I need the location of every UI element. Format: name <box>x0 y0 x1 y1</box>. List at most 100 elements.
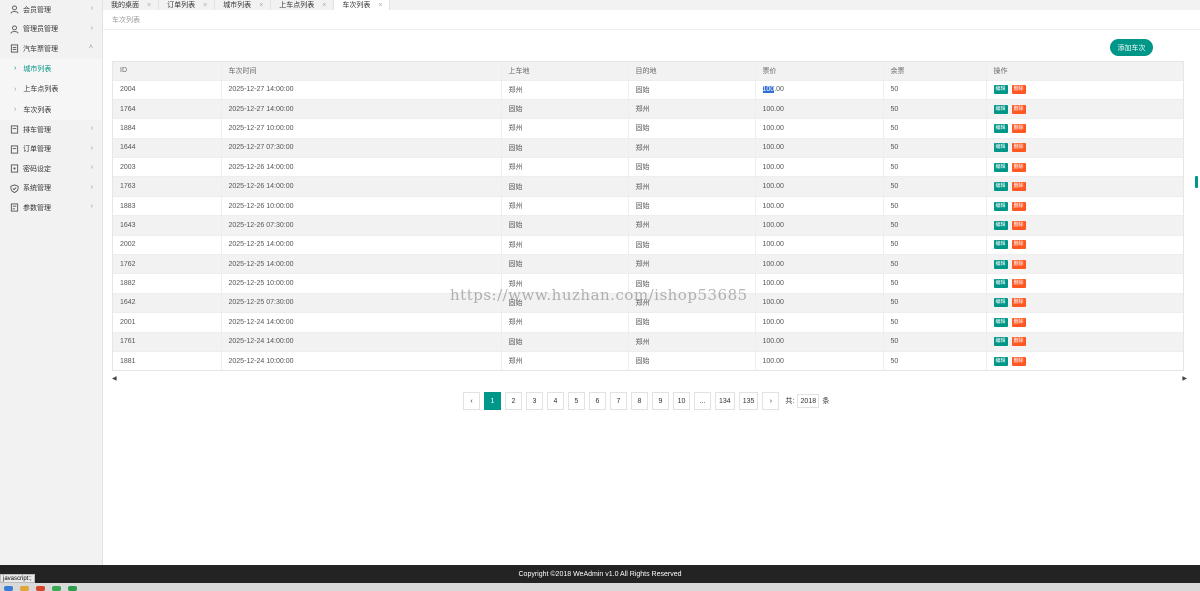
sidebar-item-password[interactable]: 密码设定 › <box>0 159 102 179</box>
sidebar-item-system[interactable]: 系统管理 › <box>0 179 102 199</box>
edit-button[interactable]: 编辑 <box>993 182 1008 192</box>
tab-cities[interactable]: 城市列表 × <box>215 0 272 10</box>
table-row: 1644 2025-12-27 07:30:00 固始 郑州 100.00 50 编辑 删除 <box>113 138 1183 159</box>
edit-button[interactable]: 编辑 <box>993 220 1008 230</box>
delete-button[interactable]: 删除 <box>1011 317 1026 327</box>
edit-button[interactable]: 编辑 <box>993 259 1008 269</box>
delete-button[interactable]: 删除 <box>1011 143 1026 153</box>
table-row: 1884 2025-12-27 10:00:00 郑州 固始 100.00 50 编辑 删除 <box>113 118 1183 139</box>
table-row: 1761 2025-12-24 14:00:00 固始 郑州 100.00 50 编辑 删除 <box>113 332 1183 352</box>
table-cell: 郑州 <box>628 332 756 352</box>
taskbar-app-icon[interactable] <box>36 586 45 591</box>
edit-button[interactable]: 编辑 <box>993 317 1008 327</box>
taskbar-app-icon[interactable] <box>52 586 61 591</box>
close-icon[interactable]: × <box>378 2 382 9</box>
edit-button[interactable]: 编辑 <box>993 104 1008 114</box>
table-cell: 1762 <box>113 254 222 275</box>
edit-button[interactable]: 编辑 <box>993 85 1008 95</box>
delete-button[interactable]: 删除 <box>1011 182 1026 192</box>
page-button[interactable]: 2 <box>505 392 522 410</box>
sidebar-item-label: 系统管理 <box>23 185 51 193</box>
scroll-right-icon[interactable]: ▶ <box>1182 375 1187 382</box>
delete-button[interactable]: 删除 <box>1011 279 1026 289</box>
table-row: 1881 2025-12-24 10:00:00 郑州 固始 100.00 50 编辑 删除 <box>113 351 1183 370</box>
edit-button[interactable]: 编辑 <box>993 279 1008 289</box>
close-icon[interactable]: × <box>322 2 326 9</box>
close-icon[interactable]: × <box>259 2 263 9</box>
table-cell: 郑州 <box>628 99 756 120</box>
page-button[interactable]: 135 <box>738 392 759 410</box>
page-button[interactable]: 8 <box>631 392 648 410</box>
delete-button[interactable]: 删除 <box>1011 356 1026 366</box>
close-icon[interactable]: × <box>203 2 207 9</box>
taskbar-icons <box>4 586 77 591</box>
page-button[interactable]: 5 <box>568 392 585 410</box>
tab-orders[interactable]: 订单列表 × <box>159 0 216 10</box>
chevron-right-icon: › <box>90 125 93 132</box>
edit-button[interactable]: 编辑 <box>993 201 1008 211</box>
table-row: 2002 2025-12-25 14:00:00 郑州 固始 100.00 50 编辑 删除 <box>113 235 1183 256</box>
edit-button[interactable]: 编辑 <box>993 337 1008 347</box>
taskbar-app-icon[interactable] <box>20 586 29 591</box>
page-button[interactable]: 7 <box>610 392 627 410</box>
table-cell: 100.00 <box>755 157 884 178</box>
add-trip-button[interactable]: 添加车次 <box>1110 39 1153 56</box>
sidebar-subitem-trip-list[interactable]: › 车次列表 <box>0 99 102 120</box>
sidebar-subitem-city-list[interactable]: › 城市列表 <box>0 58 102 79</box>
sidebar-item-params[interactable]: 参数管理 › <box>0 198 102 218</box>
delete-button[interactable]: 删除 <box>1011 123 1026 133</box>
delete-button[interactable]: 删除 <box>1011 85 1026 95</box>
next-page-button[interactable]: › <box>762 392 780 410</box>
page-button[interactable]: 9 <box>652 392 669 410</box>
tab-trips[interactable]: 车次列表 × <box>334 0 391 10</box>
table-cell: 郑州 <box>628 215 756 236</box>
sidebar-item-orders[interactable]: 订单管理 › <box>0 140 102 160</box>
table-cell: 1644 <box>113 138 222 159</box>
close-icon[interactable]: × <box>147 2 151 9</box>
table-cell: 50 <box>883 351 987 370</box>
delete-button[interactable]: 删除 <box>1011 104 1026 114</box>
sidebar-subitem-boarding-points[interactable]: › 上车点列表 <box>0 79 102 100</box>
taskbar-app-icon[interactable] <box>68 586 77 591</box>
sidebar-item-scheduling[interactable]: 排车管理 › <box>0 120 102 140</box>
page-button[interactable]: 6 <box>589 392 606 410</box>
delete-button[interactable]: 删除 <box>1011 162 1026 172</box>
page-button[interactable]: 3 <box>526 392 543 410</box>
table-header-row: ID 车次时间 上车地 目的地 票价 余票 操作 <box>113 62 1183 81</box>
page-ellipsis: ... <box>694 392 711 410</box>
taskbar-app-icon[interactable] <box>4 586 13 591</box>
delete-button[interactable]: 删除 <box>1011 220 1026 230</box>
delete-button[interactable]: 删除 <box>1011 240 1026 250</box>
vertical-scroll-thumb[interactable] <box>1195 176 1198 188</box>
edit-button[interactable]: 编辑 <box>993 143 1008 153</box>
edit-button[interactable]: 编辑 <box>993 162 1008 172</box>
horizontal-scrollbar[interactable]: ◀ ▶ <box>112 374 1187 382</box>
sidebar-item-members[interactable]: 会员管理 › <box>0 0 102 20</box>
delete-button[interactable]: 删除 <box>1011 337 1026 347</box>
sidebar-item-admins[interactable]: 管理员管理 › <box>0 20 102 40</box>
edit-button[interactable]: 编辑 <box>993 356 1008 366</box>
delete-button[interactable]: 删除 <box>1011 259 1026 269</box>
delete-button[interactable]: 删除 <box>1011 298 1026 308</box>
page-button[interactable]: 134 <box>715 392 735 410</box>
sidebar-item-bus-tickets[interactable]: 汽车票管理 ˄ <box>0 39 102 59</box>
page-button[interactable]: 10 <box>673 392 690 410</box>
table-cell: 郑州 <box>501 312 629 333</box>
tab-boarding-points[interactable]: 上车点列表 × <box>271 0 335 10</box>
edit-button[interactable]: 编辑 <box>993 123 1008 133</box>
edit-button[interactable]: 编辑 <box>993 298 1008 308</box>
page-button[interactable]: 4 <box>547 392 564 410</box>
table-cell: 固始 <box>628 80 756 100</box>
column-header: 上车地 <box>501 62 629 81</box>
delete-button[interactable]: 删除 <box>1011 201 1026 211</box>
breadcrumb: 车次列表 <box>103 10 1200 30</box>
scroll-left-icon[interactable]: ◀ <box>112 375 117 382</box>
table-cell: 1643 <box>113 215 222 236</box>
tab-desktop[interactable]: 我的桌面 × <box>103 0 160 10</box>
table-cell: 50 <box>883 215 987 236</box>
edit-button[interactable]: 编辑 <box>993 240 1008 250</box>
prev-page-button[interactable]: ‹ <box>463 392 480 410</box>
doc-icon <box>9 125 19 135</box>
page-button[interactable]: 1 <box>484 392 501 410</box>
table-cell-actions: 编辑 删除 <box>986 332 1183 352</box>
